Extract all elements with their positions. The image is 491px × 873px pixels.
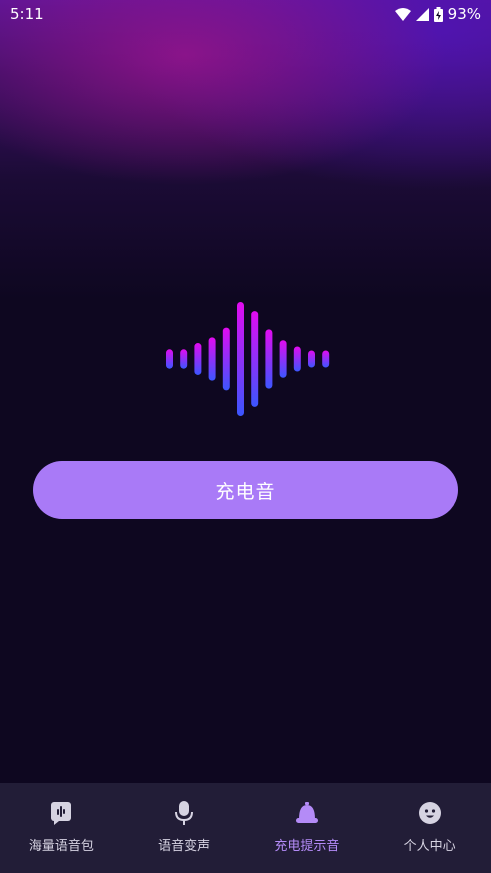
nav-item-voice-pack[interactable]: 海量语音包 <box>0 783 123 873</box>
waveform-bar <box>293 346 301 372</box>
charging-sound-button[interactable]: 充电音 <box>33 461 458 519</box>
voice-pack-icon <box>48 800 74 826</box>
status-bar: 5:11 93% <box>0 0 491 28</box>
smiley-face-icon <box>417 800 443 826</box>
nav-label-voice-changer: 语音变声 <box>158 839 211 854</box>
waveform-bar <box>265 329 273 389</box>
nav-label-voice-pack: 海量语音包 <box>28 839 94 854</box>
status-icons: 93% <box>394 5 481 23</box>
waveform-bar <box>279 340 287 378</box>
battery-icon <box>433 6 443 22</box>
sound-waveform <box>166 302 330 416</box>
waveform-bar <box>237 302 244 416</box>
nav-item-voice-changer[interactable]: 语音变声 <box>123 783 246 873</box>
waveform-bar <box>208 337 216 381</box>
bottom-navigation: 海量语音包 语音变声 充电提示音 个人中心 <box>0 783 491 873</box>
nav-label-profile: 个人中心 <box>403 839 456 854</box>
waveform-bar <box>180 349 188 369</box>
waveform-bar <box>308 350 315 368</box>
header-gradient-background <box>0 0 491 300</box>
waveform-bar <box>222 327 230 391</box>
waveform-bar <box>194 343 202 375</box>
waveform-bar <box>166 349 173 369</box>
nav-label-charging-tone: 充电提示音 <box>274 839 340 854</box>
wifi-icon <box>394 7 411 21</box>
battery-percentage: 93% <box>447 5 481 23</box>
bell-icon <box>294 800 320 826</box>
waveform-bar <box>251 311 259 407</box>
cellular-signal-icon <box>415 7 429 21</box>
nav-item-charging-tone[interactable]: 充电提示音 <box>246 783 369 873</box>
nav-item-profile[interactable]: 个人中心 <box>368 783 491 873</box>
status-time: 5:11 <box>10 5 44 23</box>
microphone-icon <box>171 800 197 826</box>
waveform-bar <box>322 350 330 368</box>
